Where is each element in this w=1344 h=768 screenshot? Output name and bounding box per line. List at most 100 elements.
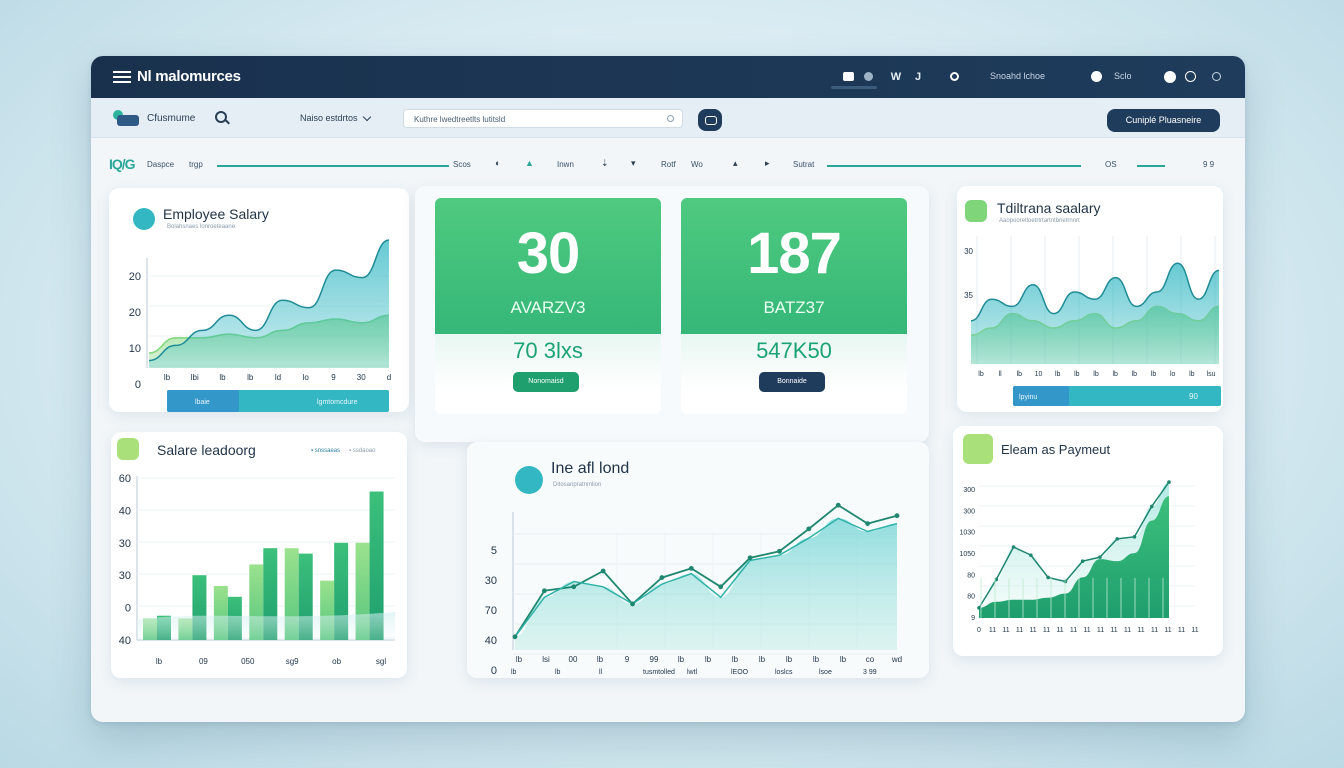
record-icon[interactable] [861, 70, 875, 84]
chart-icon [117, 438, 139, 460]
menu-icon[interactable] [113, 70, 131, 83]
payment-xtick: 11 [1056, 627, 1063, 634]
w-icon[interactable]: W [889, 70, 903, 84]
notification-icon[interactable] [1163, 70, 1177, 84]
line-xtick: 9 [625, 655, 630, 664]
line-ytick: 5 [491, 545, 497, 557]
leadership-ytick: 40 [119, 505, 131, 517]
filter-item-6[interactable]: Wo [691, 160, 703, 169]
employee-ytick: 20 [129, 307, 141, 319]
status-icon[interactable] [1183, 70, 1197, 84]
salary-leadership-card: Salare leadoorg ▪ snssaeas ▪ ssdaoao 60 4… [111, 432, 407, 678]
area-series-1 [149, 240, 389, 368]
payment-ytick: 1050 [959, 551, 975, 558]
range-label-left: lbaie [195, 399, 210, 406]
app-title: Nl malomurces [137, 68, 241, 85]
cta-button[interactable]: Cuniplé Pluasneire [1107, 109, 1220, 132]
traditional-xtick: lb [1132, 371, 1138, 378]
traditional-xtick: lb [1017, 371, 1023, 378]
traditional-ytick: 35 [964, 291, 973, 300]
line-point [1098, 555, 1102, 559]
line-point [865, 521, 871, 526]
payment-xtick: 11 [1164, 627, 1171, 634]
filter-item-4[interactable]: Inwn [557, 160, 574, 169]
stat-sub: 547K50 [756, 338, 832, 363]
arrow-right-icon[interactable]: ▸ [765, 158, 770, 169]
range-line-1 [217, 165, 449, 167]
filter-item-1[interactable]: Daspce [147, 160, 174, 169]
search-value: Kuthre lwedtreetlts lutitsld [414, 115, 506, 124]
line-xtick: lb [597, 655, 604, 664]
page-indicator: 9 9 [1203, 160, 1215, 169]
drop-icon[interactable]: ▾ [631, 158, 636, 169]
line-footer-label: 3 99 [863, 669, 877, 676]
leadership-ytick: 30 [119, 538, 131, 550]
filter-item-5[interactable]: Rotf [661, 160, 676, 169]
marker-icon[interactable]: ▴ [733, 158, 738, 169]
pin-icon[interactable]: ◐ [495, 158, 500, 168]
employee-xtick: lb [164, 373, 171, 382]
line-ytick: 70 [485, 605, 497, 617]
payment-xtick: 11 [989, 627, 996, 634]
stat-label: BATZ37 [763, 298, 825, 317]
user-label[interactable]: Cfusmume [147, 113, 195, 124]
sort-icon[interactable]: ⇣ [601, 158, 609, 169]
window-icon[interactable] [841, 70, 855, 84]
filter-item-3[interactable]: Scos [453, 160, 471, 169]
line-point [659, 575, 665, 580]
search-input[interactable]: Kuthre lwedtreetlts lutitsld [403, 109, 683, 128]
filter-item-8[interactable]: OS [1105, 160, 1117, 169]
employee-ytick: 20 [129, 271, 141, 283]
traditional-salary-title: Tdiltrana saalary [997, 200, 1101, 216]
message-button[interactable] [698, 109, 722, 131]
stats-panel: 30 AVARZV3 70 3lxs Nonomaisd 187 BATZ37 … [415, 186, 929, 442]
user-icon[interactable] [113, 110, 139, 126]
payment-xtick: 11 [1110, 627, 1117, 634]
lang-text[interactable]: Sclo [1114, 71, 1132, 81]
stat-button[interactable]: Bonnaide [759, 372, 825, 392]
traditional-ytick: 30 [964, 247, 973, 256]
toolbar: Cfusmume Naiso estdrtos Kuthre lwedtreet… [91, 98, 1245, 138]
traditional-xtick: lo [1170, 371, 1176, 378]
help-icon[interactable] [947, 70, 961, 84]
payment-card: Eleam as Paymeut 300 300 1030 1050 80 80 9 0 11 1… [953, 426, 1223, 656]
active-indicator [831, 86, 877, 89]
employee-xtick: d [387, 373, 391, 382]
j-icon[interactable]: J [911, 70, 925, 84]
line-xtick: lb [678, 655, 685, 664]
line-ytick: 0 [491, 665, 497, 677]
search-icon[interactable] [215, 111, 227, 123]
employee-salary-chart: 20 20 10 0 lb lbi lb lb ld lo 9 30 d lbaie lgmtomcdure [129, 239, 391, 412]
app-brand[interactable]: Nl malomurces [113, 68, 241, 85]
stat-button[interactable]: Nonomaisd [513, 372, 579, 392]
traditional-xtick: lb [1055, 371, 1061, 378]
line-xtick: lb [732, 655, 739, 664]
filter-dropdown[interactable]: Naiso estdrtos [300, 112, 371, 123]
line-point [806, 526, 812, 532]
stat-tile-average: 30 AVARZV3 70 3lxs Nonomaisd [435, 198, 661, 414]
globe-icon[interactable] [1089, 70, 1103, 84]
triangle-icon[interactable]: ▲ [525, 158, 534, 168]
range-label-right: 90 [1189, 392, 1198, 401]
payment-ytick: 300 [963, 487, 975, 494]
line-xtick: lb [759, 655, 766, 664]
range-line-3 [1137, 165, 1165, 167]
payment-ytick: 1030 [959, 530, 975, 537]
filter-item-7[interactable]: Sutrat [793, 160, 814, 169]
line-point [688, 565, 694, 571]
filter-item-2[interactable]: trgp [189, 160, 203, 169]
payment-xtick: 11 [1016, 627, 1023, 634]
dropdown-label: Naiso estdrtos [300, 113, 358, 123]
line-point [600, 568, 606, 574]
line-point [835, 502, 841, 508]
payment-ytick: 80 [967, 572, 975, 579]
traditional-xtick: lb [1074, 371, 1080, 378]
payment-ytick: 300 [963, 508, 975, 515]
leadership-xtick: 09 [199, 657, 208, 666]
area-series-b [515, 518, 897, 650]
settings-icon[interactable] [1209, 70, 1223, 84]
leadership-ytick: 0 [125, 603, 131, 615]
employee-xtick: lbi [191, 373, 199, 382]
employee-xtick: 30 [357, 373, 366, 382]
traditional-xtick: 10 [1035, 371, 1043, 378]
